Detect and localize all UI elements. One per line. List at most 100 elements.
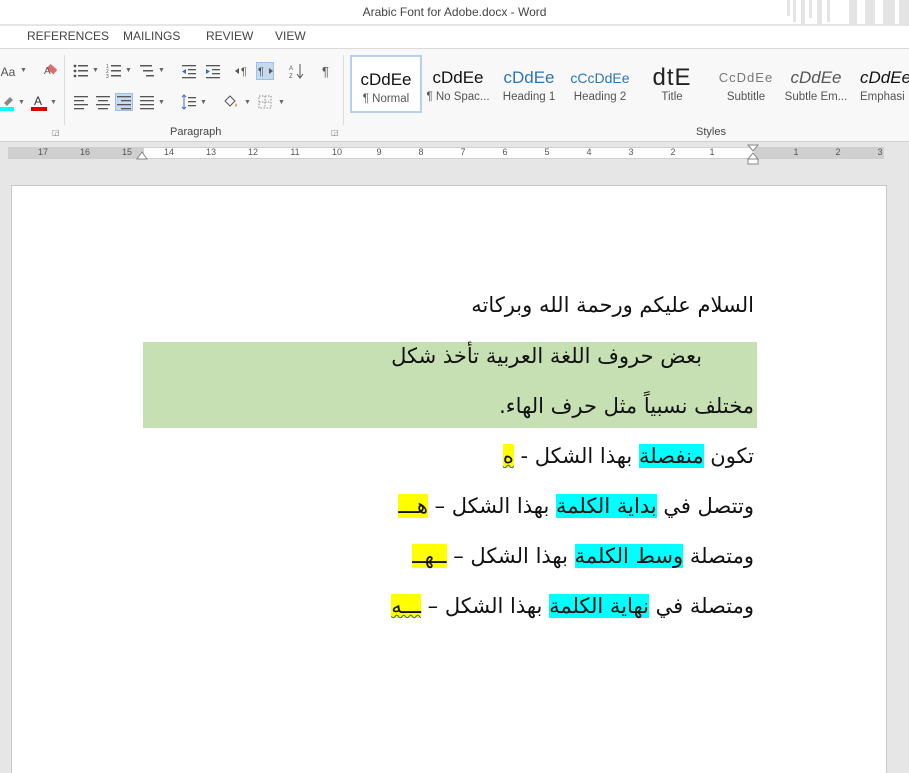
style-no-spacing[interactable]: cDdEe ¶ No Spac... <box>422 55 494 113</box>
increase-indent-button[interactable] <box>204 63 222 81</box>
styles-group-label: Styles <box>696 126 726 138</box>
show-formatting-marks-button[interactable]: ¶ <box>318 63 336 81</box>
ruler-number: 12 <box>247 147 259 157</box>
ruler-number: 2 <box>835 147 841 157</box>
font-dialog-launcher-icon[interactable]: ◲ <box>52 128 60 137</box>
tab-references[interactable]: REFERENCES <box>27 29 109 43</box>
text-segment: ومتصلة في <box>648 594 754 618</box>
ruler-number: 15 <box>121 147 133 157</box>
chevron-down-icon: ▼ <box>158 99 165 106</box>
style-title[interactable]: dtE Title <box>636 55 708 113</box>
font-color-icon: A <box>31 94 47 111</box>
chevron-down-icon: ▼ <box>244 99 251 106</box>
text-segment: وتتصل في <box>656 494 754 518</box>
chevron-down-icon: ▼ <box>125 67 132 74</box>
tab-review[interactable]: REVIEW <box>206 29 253 43</box>
decrease-indent-button[interactable] <box>180 63 198 81</box>
ruler-number: 8 <box>418 147 424 157</box>
font-color-button[interactable]: A <box>30 93 48 111</box>
ruler-number: 2 <box>670 147 676 157</box>
bullets-button[interactable] <box>72 63 90 81</box>
sort-button[interactable]: AZ <box>288 63 306 81</box>
multilevel-list-icon <box>140 65 154 77</box>
chevron-down-icon: ▼ <box>92 67 99 74</box>
group-separator <box>64 55 65 125</box>
window-title: Arabic Font for Adobe.docx - Word <box>362 5 547 19</box>
style-sample: cDdEe <box>432 68 484 87</box>
paragraph-group-label: Paragraph <box>170 126 222 138</box>
align-right-button[interactable] <box>115 93 133 111</box>
style-heading-2[interactable]: cCcDdEe Heading 2 <box>564 55 636 113</box>
horizontal-ruler[interactable]: 17 16 15 14 13 12 11 10 9 8 7 6 5 4 3 2 … <box>0 143 909 166</box>
svg-text:¶: ¶ <box>258 66 264 78</box>
text-segment: بهذا الشكل - <box>513 444 639 468</box>
left-indent-marker-icon[interactable] <box>136 147 148 161</box>
numbering-icon: 123 <box>106 64 121 80</box>
highlighted-letter-form: ـــه <box>391 594 421 618</box>
tab-view[interactable]: VIEW <box>275 29 306 43</box>
align-right-icon <box>117 96 131 110</box>
title-bar: Arabic Font for Adobe.docx - Word <box>0 0 909 34</box>
style-subtle-emphasis[interactable]: cDdEe Subtle Em... <box>780 55 852 113</box>
style-name: Heading 2 <box>573 91 627 103</box>
doc-line-intro-2: مختلف نسبياً مثل حرف الهاء. <box>499 394 754 418</box>
change-case-button[interactable]: Aa <box>0 63 16 81</box>
style-emphasis[interactable]: cDdEe Emphasi <box>852 55 909 113</box>
ribbon-tabs: REFERENCES MAILINGS REVIEW VIEW <box>0 26 909 48</box>
rtl-direction-button[interactable]: ¶ <box>256 62 274 80</box>
style-name: Heading 1 <box>502 91 556 103</box>
svg-text:3: 3 <box>106 74 109 79</box>
doc-line-intro-1: بعض حروف اللغة العربية تأخذ شكل <box>391 344 702 368</box>
style-name: ¶ Normal <box>362 93 410 105</box>
ruler-number: 3 <box>877 147 883 157</box>
ruler-number: 17 <box>37 147 49 157</box>
justify-button[interactable] <box>138 94 156 112</box>
ruler-number: 7 <box>460 147 466 157</box>
chevron-down-icon: ▼ <box>158 67 165 74</box>
align-left-button[interactable] <box>72 94 90 112</box>
style-sample: cDdEe <box>503 68 555 87</box>
line-spacing-icon <box>181 94 196 110</box>
shading-button[interactable] <box>222 94 240 112</box>
style-subtitle[interactable]: CcDdEe Subtitle <box>710 55 782 113</box>
align-center-icon <box>96 96 110 110</box>
line-spacing-button[interactable] <box>180 94 198 112</box>
clear-formatting-button[interactable]: A <box>42 63 60 81</box>
text-highlight-button[interactable] <box>0 93 18 111</box>
style-name: ¶ No Spac... <box>426 91 490 103</box>
justify-icon <box>140 96 154 110</box>
style-heading-1[interactable]: cDdEe Heading 1 <box>493 55 565 113</box>
ruler-number: 6 <box>502 147 508 157</box>
ruler-number: 13 <box>205 147 217 157</box>
borders-button[interactable] <box>256 94 274 112</box>
sort-icon: AZ <box>289 64 304 80</box>
svg-text:¶: ¶ <box>241 66 247 78</box>
highlighted-word: وسط الكلمة <box>574 544 684 568</box>
chevron-down-icon: ▼ <box>20 67 27 74</box>
style-sample: cDdEe <box>360 70 412 89</box>
align-center-button[interactable] <box>94 94 112 112</box>
text-segment: ومتصلة <box>683 544 754 568</box>
ruler-number: 4 <box>586 147 592 157</box>
style-sample: cCcDdEe <box>570 70 630 86</box>
chevron-down-icon: ▼ <box>18 99 25 106</box>
tab-mailings[interactable]: MAILINGS <box>123 29 180 43</box>
rtl-paragraph-icon: ¶ <box>258 66 273 78</box>
paragraph-dialog-launcher-icon[interactable]: ◲ <box>331 128 339 137</box>
multilevel-list-button[interactable] <box>138 63 156 81</box>
ruler-margin-right <box>754 148 884 158</box>
svg-text:A: A <box>44 66 51 77</box>
numbering-button[interactable]: 123 <box>105 63 123 81</box>
right-indent-marker-icon[interactable] <box>747 144 759 166</box>
ltr-direction-button[interactable]: ¶ <box>234 63 252 81</box>
document-page[interactable]: السلام عليكم ورحمة الله وبركاته بعض حروف… <box>11 185 887 773</box>
style-name: Emphasi <box>860 91 905 103</box>
style-sample: CcDdEe <box>718 70 774 85</box>
doc-line-greeting: السلام عليكم ورحمة الله وبركاته <box>471 293 754 317</box>
ruler-number: 9 <box>376 147 382 157</box>
decrease-indent-icon <box>182 65 196 79</box>
ruler-number: 5 <box>544 147 550 157</box>
style-normal[interactable]: cDdEe ¶ Normal <box>350 55 422 113</box>
text-segment: بهذا الشكل – <box>427 494 556 518</box>
styles-gallery: cDdEe ¶ Normal cDdEe ¶ No Spac... cDdEe … <box>346 55 909 119</box>
